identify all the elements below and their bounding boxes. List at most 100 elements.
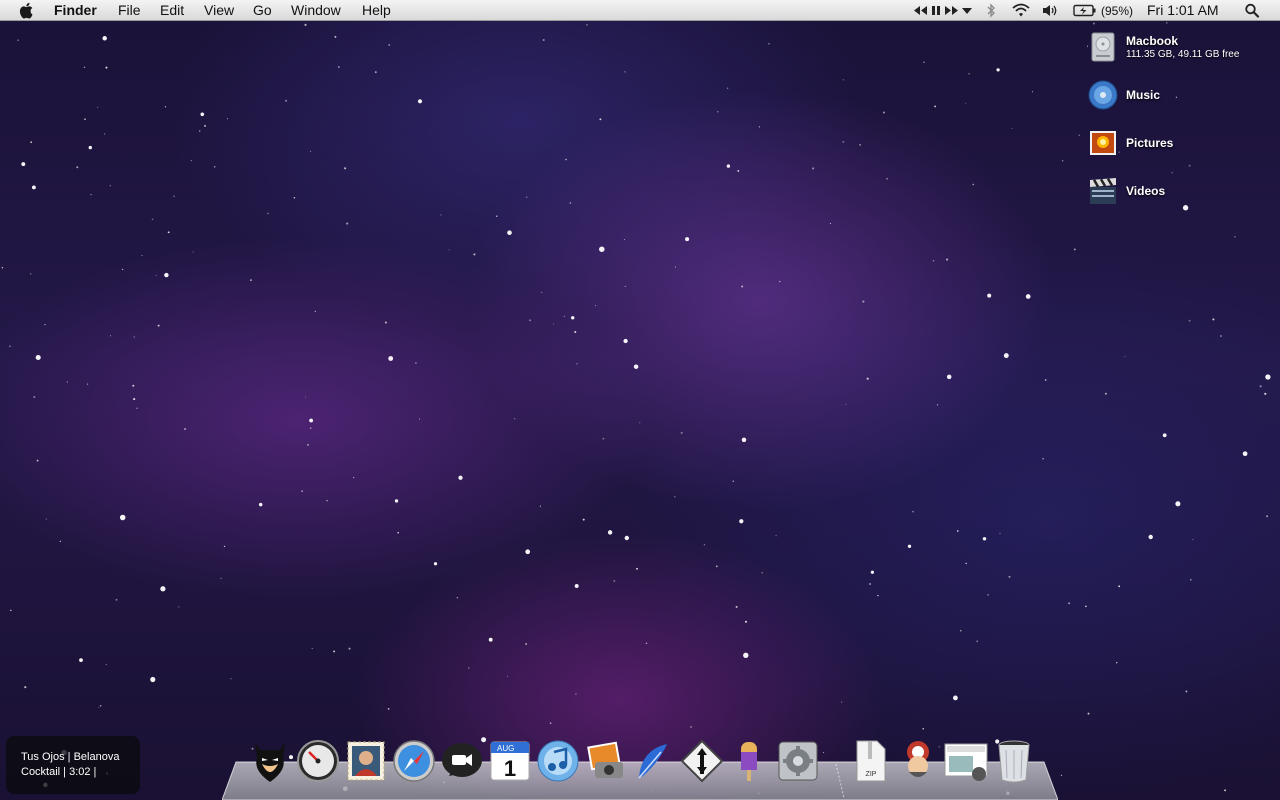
dock-app-dashboard[interactable] <box>295 738 341 784</box>
dock-app-system-preferences[interactable] <box>775 738 821 784</box>
trash-icon <box>998 740 1030 783</box>
star <box>744 620 748 623</box>
star <box>220 577 222 579</box>
star <box>353 476 355 479</box>
star <box>178 606 180 608</box>
dock-app-transmit[interactable] <box>679 738 725 784</box>
menu-file[interactable]: File <box>118 2 141 19</box>
star <box>1115 661 1118 664</box>
star <box>529 319 532 322</box>
star <box>1085 605 1087 608</box>
star <box>576 363 578 365</box>
dock-app-itunes[interactable] <box>535 738 581 784</box>
star <box>1188 164 1191 167</box>
star <box>17 39 19 41</box>
desktop-icon-videos[interactable]: Videos <box>1088 176 1278 212</box>
star <box>468 667 470 669</box>
menu-clock[interactable]: Fri 1:01 AM <box>1147 2 1219 19</box>
dock-app-feather[interactable] <box>631 738 677 784</box>
menu-help[interactable]: Help <box>362 2 391 19</box>
now-playing-widget[interactable]: Tus Ojos | Belanova Cocktail | 3:02 | <box>6 736 140 794</box>
desktop-wallpaper <box>0 0 1280 800</box>
desktop-icon-music[interactable]: Music <box>1088 80 1278 116</box>
dock-stack-chef[interactable] <box>895 738 941 784</box>
dock-stack-photo-browser[interactable] <box>943 738 989 784</box>
star <box>1220 335 1222 337</box>
star <box>24 686 27 689</box>
star <box>1242 451 1248 457</box>
star <box>1042 458 1044 460</box>
now-playing-track: Tus Ojos | Belanova <box>21 751 120 763</box>
dock-app-safari[interactable] <box>391 738 437 784</box>
star <box>448 249 450 251</box>
star <box>525 549 531 555</box>
desktop-icon-pictures[interactable]: Pictures <box>1088 128 1278 164</box>
star <box>869 582 872 586</box>
star <box>109 335 112 337</box>
star <box>623 338 628 344</box>
rewind-icon[interactable] <box>912 3 928 18</box>
star <box>953 695 958 701</box>
dock-app-iphoto[interactable] <box>583 738 629 784</box>
star <box>582 518 585 521</box>
dock-app-mail[interactable] <box>343 738 389 784</box>
play-pause-icon[interactable] <box>930 3 942 18</box>
star <box>946 374 952 380</box>
star <box>1124 355 1126 358</box>
star <box>304 23 307 26</box>
desktop-icon-macbook[interactable]: Macbook 111.35 GB, 49.11 GB free <box>1088 32 1278 68</box>
star <box>1068 602 1071 605</box>
star <box>1224 789 1227 792</box>
star <box>570 316 575 320</box>
star <box>613 580 616 582</box>
battery-icon[interactable] <box>1073 3 1097 18</box>
star <box>164 106 167 108</box>
star <box>326 499 328 502</box>
menu-edit[interactable]: Edit <box>160 2 184 19</box>
dock-stack-archive[interactable]: ZIP <box>847 738 893 784</box>
star <box>539 505 542 507</box>
star <box>680 431 683 434</box>
star <box>674 266 677 268</box>
star <box>133 398 136 401</box>
fast-forward-icon[interactable] <box>944 3 960 18</box>
star <box>496 215 498 217</box>
spotlight-search-icon[interactable] <box>1244 3 1260 18</box>
star <box>563 315 565 317</box>
star <box>1171 172 1173 174</box>
star <box>1078 134 1081 137</box>
star <box>136 407 138 409</box>
dock-app-calendar[interactable]: AUG 1 <box>487 738 533 784</box>
dock-trash[interactable] <box>991 738 1037 784</box>
dock-app-facetime[interactable] <box>439 738 485 784</box>
apple-menu-icon[interactable] <box>19 2 35 19</box>
star <box>99 704 102 707</box>
star <box>348 647 351 650</box>
bluetooth-icon[interactable] <box>985 3 997 18</box>
battery-percent[interactable]: (95%) <box>1101 3 1133 20</box>
menu-go[interactable]: Go <box>253 2 272 19</box>
star <box>690 726 692 728</box>
now-playing-album: Cocktail | 3:02 | <box>21 766 97 778</box>
star <box>223 545 226 548</box>
volume-icon[interactable] <box>1041 3 1059 18</box>
wifi-icon[interactable] <box>1011 3 1031 18</box>
media-menu-chevron-icon[interactable] <box>961 3 973 18</box>
star <box>384 321 387 324</box>
gear-icon <box>778 741 818 781</box>
star <box>344 167 347 170</box>
photo-browser-icon <box>944 743 988 781</box>
star <box>190 159 192 162</box>
star <box>121 268 124 271</box>
star <box>192 251 194 253</box>
star <box>586 24 588 26</box>
dock-app-batman-finder[interactable] <box>247 738 293 784</box>
menu-view[interactable]: View <box>204 2 234 19</box>
star <box>1061 160 1064 162</box>
star <box>167 231 170 234</box>
menu-app-name[interactable]: Finder <box>54 2 97 19</box>
star <box>45 518 47 520</box>
dock-app-icepop[interactable] <box>727 738 773 784</box>
menu-window[interactable]: Window <box>291 2 341 19</box>
star <box>739 519 744 524</box>
